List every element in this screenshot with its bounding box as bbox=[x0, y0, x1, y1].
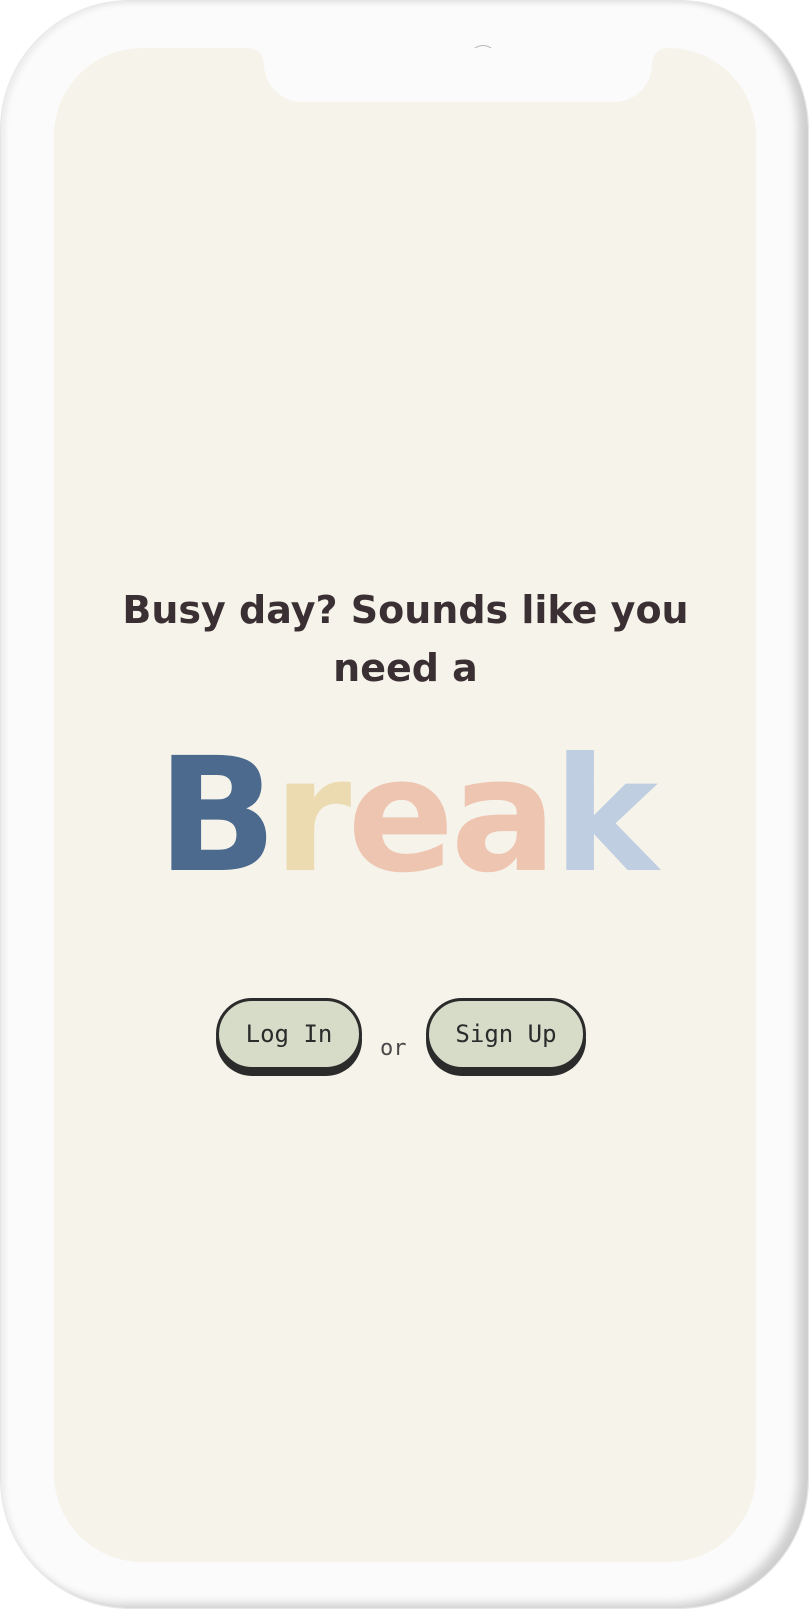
brand-letter: r bbox=[273, 724, 351, 908]
signup-button[interactable]: Sign Up bbox=[426, 998, 586, 1070]
brand-letter: B bbox=[156, 724, 277, 908]
phone-frame: Busy day? Sounds like you need a Break L… bbox=[0, 0, 809, 1609]
login-button[interactable]: Log In bbox=[216, 998, 362, 1070]
brand-letter: e bbox=[347, 724, 454, 908]
or-separator: or bbox=[380, 1036, 407, 1061]
tagline-line-2: need a bbox=[333, 646, 478, 690]
tagline: Busy day? Sounds like you need a bbox=[1, 581, 809, 697]
brand-letter: a bbox=[450, 724, 557, 908]
brand-wordmark: Break bbox=[1, 731, 809, 901]
auth-actions: Log In or Sign Up bbox=[1, 998, 809, 1074]
brand-letter: k bbox=[553, 724, 658, 908]
tagline-line-1: Busy day? Sounds like you bbox=[122, 588, 689, 632]
notch bbox=[250, 48, 666, 102]
